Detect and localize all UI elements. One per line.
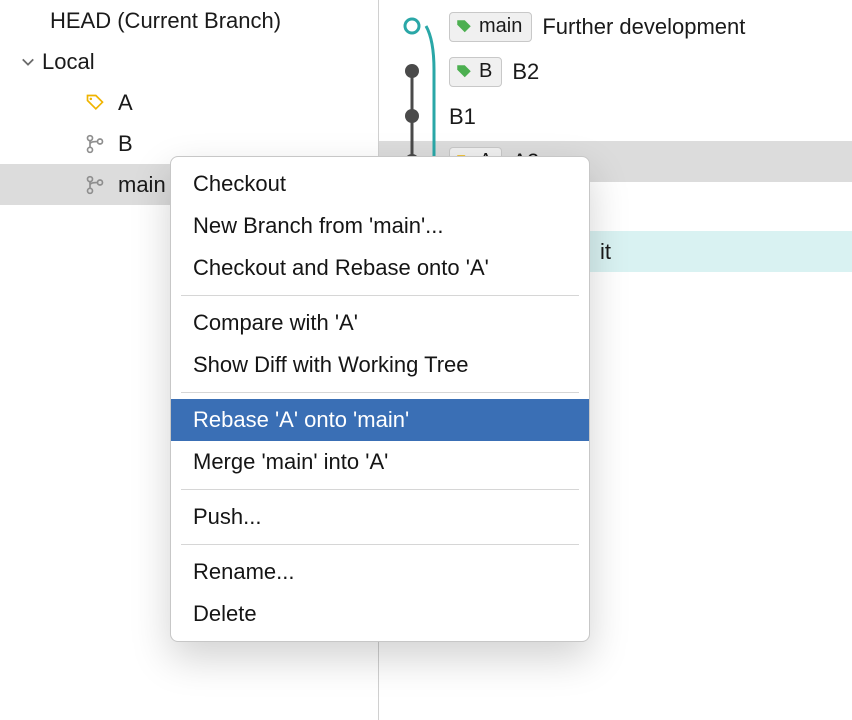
tag-icon	[455, 18, 473, 36]
pill-label: main	[479, 15, 522, 38]
branch-icon	[82, 134, 108, 154]
commit-message: Further development	[542, 14, 745, 40]
menu-item-rename[interactable]: Rename...	[171, 551, 589, 593]
commit-message: B1	[449, 104, 476, 130]
branch-context-menu: Checkout New Branch from 'main'... Check…	[170, 156, 590, 642]
menu-separator	[181, 295, 579, 296]
menu-item-checkout[interactable]: Checkout	[171, 163, 589, 205]
commit-message: B2	[512, 59, 539, 85]
branch-label: main	[118, 172, 166, 198]
menu-item-delete[interactable]: Delete	[171, 593, 589, 635]
chevron-down-icon	[21, 49, 35, 75]
commit-row[interactable]: B1	[449, 96, 849, 137]
branch-pill-main[interactable]: main	[449, 12, 532, 42]
menu-item-checkout-rebase[interactable]: Checkout and Rebase onto 'A'	[171, 247, 589, 289]
branch-label: B	[118, 131, 133, 157]
tree-item-branch-a[interactable]: A	[0, 82, 378, 123]
menu-separator	[181, 489, 579, 490]
pill-label: B	[479, 60, 492, 83]
menu-separator	[181, 392, 579, 393]
commit-row[interactable]: main Further development	[449, 6, 849, 47]
tag-icon	[455, 63, 473, 81]
menu-item-merge[interactable]: Merge 'main' into 'A'	[171, 441, 589, 483]
tag-icon	[82, 93, 108, 113]
tree-item-local[interactable]: Local	[0, 41, 378, 82]
branch-label: A	[118, 90, 133, 116]
tree-item-head[interactable]: HEAD (Current Branch)	[0, 0, 378, 41]
menu-separator	[181, 544, 579, 545]
menu-item-show-diff[interactable]: Show Diff with Working Tree	[171, 344, 589, 386]
branch-icon	[82, 175, 108, 195]
menu-item-new-branch[interactable]: New Branch from 'main'...	[171, 205, 589, 247]
menu-item-rebase[interactable]: Rebase 'A' onto 'main'	[171, 399, 589, 441]
local-label: Local	[42, 49, 95, 75]
commit-message-partial: it	[600, 239, 611, 265]
menu-item-push[interactable]: Push...	[171, 496, 589, 538]
menu-item-compare[interactable]: Compare with 'A'	[171, 302, 589, 344]
commit-row[interactable]: B B2	[449, 51, 849, 92]
head-label: HEAD (Current Branch)	[50, 8, 281, 34]
branch-pill-b[interactable]: B	[449, 57, 502, 87]
